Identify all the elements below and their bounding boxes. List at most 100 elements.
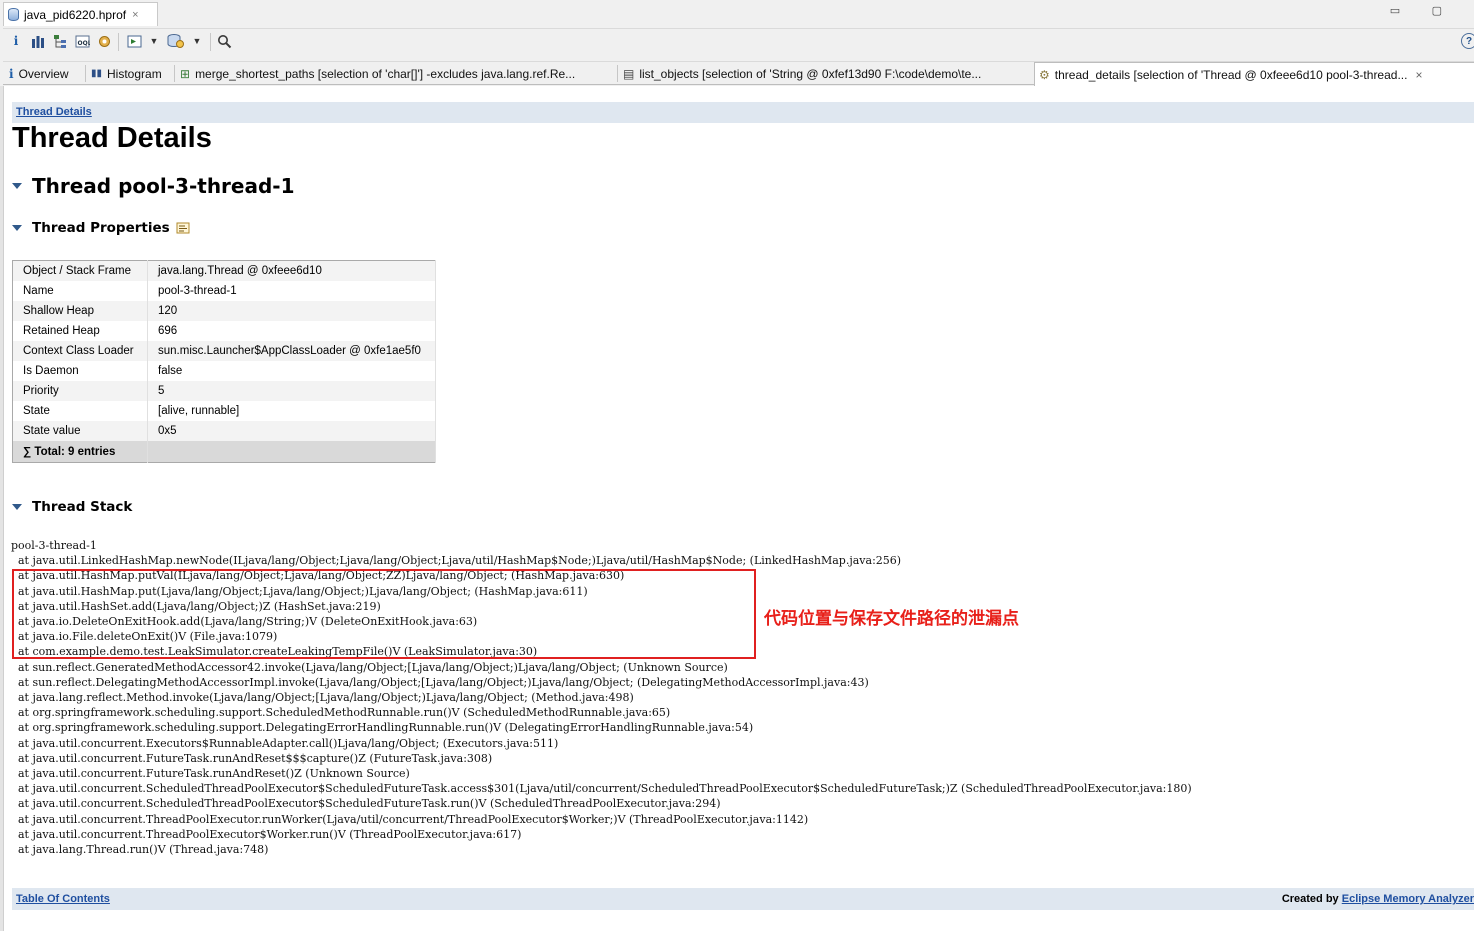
stack-section-header[interactable]: Thread Stack — [12, 499, 132, 515]
table-row[interactable]: State [alive, runnable] — [12, 401, 436, 421]
table-row[interactable]: Context Class Loader sun.misc.Launcher$Ap… — [12, 341, 436, 361]
view-tab-strip: i Overview ▮▮ Histogram ⊞ merge_shortest… — [3, 61, 1474, 87]
stack-frame: at java.util.concurrent.ScheduledThreadP… — [11, 797, 721, 811]
stack-frame: at java.util.concurrent.Executors$Runnab… — [11, 736, 559, 750]
window-buttons[interactable]: ▭ ▢ — [1390, 4, 1456, 17]
svg-text:OQL: OQL — [77, 40, 90, 47]
toolbar: i OQL ▼ ▼ ? — [3, 28, 1474, 55]
table-row[interactable]: Object / Stack Frame java.lang.Thread @ 0… — [12, 260, 436, 281]
collapse-icon[interactable] — [12, 504, 22, 510]
property-value: 120 — [147, 301, 436, 321]
collapse-icon[interactable] — [12, 225, 22, 231]
dominator-tree-icon[interactable] — [52, 33, 68, 49]
property-value: pool-3-thread-1 — [147, 281, 436, 301]
table-of-contents-link[interactable]: Table Of Contents — [16, 893, 110, 905]
details-icon[interactable] — [176, 222, 191, 235]
tab-thread-details[interactable]: ⚙ thread_details [selection of 'Thread @… — [1034, 62, 1474, 87]
tab-separator — [617, 65, 618, 82]
property-name: Object / Stack Frame — [12, 260, 148, 281]
tab-separator — [174, 65, 175, 82]
query-browser-icon[interactable] — [166, 33, 186, 49]
collapse-icon[interactable] — [12, 183, 22, 189]
property-value: false — [147, 361, 436, 381]
chevron-down-icon[interactable]: ▼ — [192, 33, 202, 49]
thread-heading: Thread pool-3-thread-1 — [32, 174, 295, 198]
stack-frame: at java.util.concurrent.ThreadPoolExecut… — [11, 812, 809, 826]
editor-tab-label: java_pid6220.hprof — [24, 7, 127, 22]
stack-frame: at java.util.concurrent.FutureTask.runAn… — [11, 767, 410, 781]
total-value — [147, 441, 436, 463]
help-icon[interactable]: ? — [1461, 33, 1474, 49]
stack-frame: at java.util.concurrent.ScheduledThreadP… — [11, 782, 1192, 796]
tab-list-objects[interactable]: ▤ list_objects [selection of 'String @ 0… — [619, 62, 1031, 85]
thread-details-icon: ⚙ — [1039, 68, 1050, 82]
table-row[interactable]: State value 0x5 — [12, 421, 436, 441]
property-name: Retained Heap — [12, 321, 148, 341]
property-value: 0x5 — [147, 421, 436, 441]
total-label: ∑ Total: 9 entries — [12, 441, 148, 463]
stack-frame: at org.springframework.scheduling.suppor… — [11, 706, 671, 720]
tab-label: list_objects [selection of 'String @ 0xf… — [639, 66, 982, 81]
oql-icon[interactable]: OQL — [74, 33, 90, 49]
close-icon[interactable]: × — [132, 9, 138, 21]
table-row[interactable]: Name pool-3-thread-1 — [12, 281, 436, 301]
properties-section-header[interactable]: Thread Properties — [12, 220, 191, 236]
created-by-label: Created by — [1281, 893, 1342, 905]
property-name: Context Class Loader — [12, 341, 148, 361]
report-footer: Table Of Contents Created by Eclipse Mem… — [12, 888, 1474, 910]
stack-frame: at java.util.concurrent.FutureTask.runAn… — [11, 751, 493, 765]
created-by: Created by Eclipse Memory Analyzer — [1282, 893, 1474, 905]
run-report-icon[interactable] — [126, 33, 146, 49]
property-value: sun.misc.Launcher$AppClassLoader @ 0xfe1… — [147, 341, 436, 361]
table-row[interactable]: Retained Heap 696 — [12, 321, 436, 341]
property-name: Priority — [12, 381, 148, 401]
histogram-icon[interactable] — [30, 33, 46, 49]
property-name: Name — [12, 281, 148, 301]
table-row[interactable]: Is Daemon false — [12, 361, 436, 381]
tab-label: Histogram — [107, 66, 162, 81]
histogram-icon: ▮▮ — [91, 68, 103, 79]
stack-frame: at java.lang.reflect.Method.invoke(Ljava… — [11, 691, 634, 705]
heap-dump-overview-icon[interactable] — [96, 33, 112, 49]
thread-properties-table: Object / Stack Frame java.lang.Thread @ 0… — [12, 260, 436, 463]
stack-frame: at sun.reflect.DelegatingMethodAccessorI… — [11, 675, 869, 689]
breadcrumb: Thread Details — [12, 102, 1474, 123]
stack-frame: at java.util.concurrent.ThreadPoolExecut… — [11, 827, 522, 841]
eclipse-mat-link[interactable]: Eclipse Memory Analyzer — [1342, 893, 1474, 905]
report-content: Thread Details Thread Details Thread poo… — [4, 86, 1474, 931]
search-icon[interactable] — [216, 33, 232, 49]
table-row[interactable]: Priority 5 — [12, 381, 436, 401]
property-value: java.lang.Thread @ 0xfeee6d10 — [147, 260, 436, 281]
heap-dump-icon — [8, 8, 19, 21]
tab-label: Overview — [18, 66, 69, 81]
property-name: State value — [12, 421, 148, 441]
tab-label: thread_details [selection of 'Thread @ 0… — [1054, 68, 1408, 82]
editor-tab-hprof[interactable]: java_pid6220.hprof × — [3, 2, 158, 26]
info-icon: i — [9, 66, 14, 81]
table-total-row: ∑ Total: 9 entries — [12, 441, 436, 463]
tab-merge-shortest-paths[interactable]: ⊞ merge_shortest_paths [selection of 'ch… — [176, 62, 616, 85]
thread-section-header[interactable]: Thread pool-3-thread-1 — [12, 174, 295, 198]
stack-heading: Thread Stack — [32, 499, 133, 515]
eclipse-chrome: java_pid6220.hprof × ▭ ▢ i OQL ▼ ▼ ? i O… — [0, 0, 1474, 87]
property-name: Shallow Heap — [12, 301, 148, 321]
properties-heading: Thread Properties — [32, 220, 170, 236]
property-name: State — [12, 401, 148, 421]
tab-histogram[interactable]: ▮▮ Histogram — [87, 62, 173, 85]
close-icon[interactable]: × — [1415, 68, 1422, 82]
toolbar-separator — [210, 33, 211, 51]
highlight-box — [12, 569, 756, 659]
property-value: 696 — [147, 321, 436, 341]
chevron-down-icon[interactable]: ▼ — [149, 33, 159, 49]
tab-separator — [85, 65, 86, 82]
breadcrumb-link[interactable]: Thread Details — [16, 106, 92, 118]
stack-thread-name: pool-3-thread-1 — [11, 539, 97, 552]
property-name: Is Daemon — [12, 361, 148, 381]
leak-annotation: 代码位置与保存文件路径的泄漏点 — [764, 609, 1019, 629]
property-value: [alive, runnable] — [147, 401, 436, 421]
table-row[interactable]: Shallow Heap 120 — [12, 301, 436, 321]
page-title: Thread Details — [12, 122, 212, 154]
tab-overview[interactable]: i Overview — [5, 62, 83, 85]
toolbar-separator — [118, 33, 119, 51]
info-icon[interactable]: i — [10, 33, 22, 49]
